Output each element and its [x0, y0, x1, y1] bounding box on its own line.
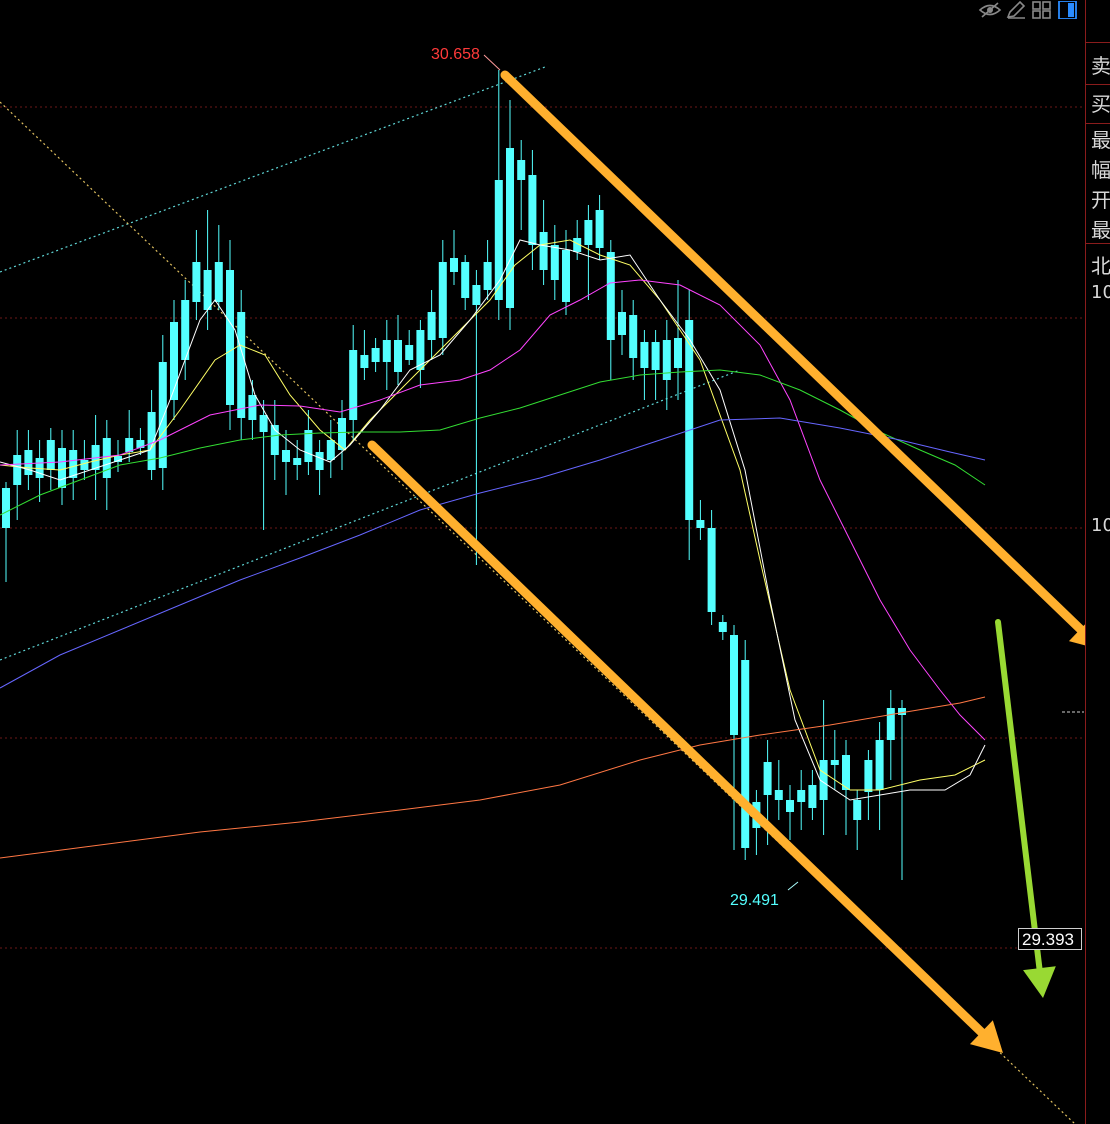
candle-body [674, 338, 682, 368]
ma20-line [0, 279, 986, 741]
candle-body [472, 285, 481, 305]
eye-off-icon[interactable] [978, 1, 1002, 19]
candlestick-chart[interactable]: 30.658 29.491 [0, 0, 1085, 1124]
candle-body [595, 210, 604, 248]
candle-body [786, 800, 794, 812]
candle-body [24, 450, 33, 475]
channel-lower-line [0, 369, 741, 661]
candle-body [718, 622, 727, 632]
candle-body [450, 258, 458, 272]
candle-body [550, 245, 559, 280]
candle-body [584, 220, 593, 245]
chart-toolbar [978, 0, 1083, 22]
candle-body [158, 362, 167, 468]
candle-body [349, 350, 358, 420]
ma5-line [0, 239, 986, 801]
candle-body [58, 448, 66, 488]
candle-body [438, 262, 447, 338]
candle-body [864, 760, 873, 792]
candle-body [830, 760, 839, 765]
high-label-pointer [483, 54, 501, 71]
candle-body [125, 438, 134, 452]
sidebar-label-high: 最 [1091, 218, 1110, 242]
candle-body [147, 412, 156, 470]
candle-body [842, 755, 850, 790]
candle-body [685, 320, 694, 520]
candle-body [606, 252, 615, 340]
sidebar-label-sell: 卖 [1091, 54, 1110, 78]
candle-body [80, 460, 89, 470]
sidebar-number-1: 10 [1091, 282, 1110, 303]
candle-body [528, 175, 537, 245]
trend-arrows [367, 54, 1085, 1053]
candle-body [640, 342, 649, 368]
target-arrow-head [1023, 966, 1056, 998]
candle-body [237, 312, 246, 418]
candle-body [741, 660, 750, 848]
pencil-icon[interactable] [1005, 1, 1027, 19]
ma120-line [0, 696, 986, 859]
candle-body [371, 348, 380, 362]
candle-body [562, 250, 570, 302]
target-arrow-shaft [995, 619, 1043, 972]
channel-upper-line [0, 66, 546, 273]
grid-icon[interactable] [1031, 1, 1053, 19]
candles [2, 70, 906, 880]
candle-body [203, 270, 212, 310]
candle-body [517, 160, 526, 180]
candle-body [707, 528, 716, 612]
candle-body [259, 415, 268, 432]
candle-body [763, 762, 772, 795]
candle-body [539, 232, 548, 270]
candle-body [483, 262, 492, 290]
candle-body [304, 430, 313, 462]
candle-body [774, 790, 783, 800]
candle-body [382, 340, 391, 362]
upper-channel-arrow-shaft [500, 70, 1085, 634]
candle-body [69, 450, 78, 478]
candle-body [886, 708, 895, 740]
last-price-tag: 29.393 [1018, 928, 1082, 950]
candle-body [506, 148, 514, 308]
candle-body [416, 330, 425, 370]
candle-body [730, 635, 738, 735]
candle-body [696, 520, 705, 528]
sidebar-label-buy: 买 [1091, 92, 1110, 116]
candle-body [226, 270, 234, 405]
candle-body [360, 355, 369, 368]
sidebar-label-north: 北 [1091, 254, 1110, 278]
candle-body [662, 340, 671, 380]
candle-body [192, 262, 201, 302]
candle-body [797, 790, 806, 802]
candle-body [282, 450, 290, 462]
candle-body [315, 452, 324, 470]
sidebar-number-2: 10 [1091, 515, 1110, 536]
candle-body [898, 708, 906, 715]
panel-icon[interactable] [1057, 1, 1079, 19]
candle-body [461, 262, 470, 298]
candle-body [394, 340, 402, 372]
candle-body [405, 345, 414, 360]
sidebar-label-open: 开 [1091, 188, 1110, 212]
low-price-label: 29.491 [730, 892, 779, 909]
quote-sidebar: 卖 买 最 幅 开 最 北 10 10 [1085, 0, 1110, 1124]
candle-body [853, 800, 862, 820]
candle-body [808, 785, 817, 808]
candle-body [427, 312, 436, 340]
candle-body [293, 458, 302, 465]
sidebar-label-latest: 最 [1091, 128, 1110, 152]
candle-body [13, 455, 22, 485]
moving-averages [0, 239, 986, 859]
sidebar-label-change: 幅 [1091, 158, 1110, 182]
candle-body [46, 440, 55, 470]
candle-body [2, 488, 10, 528]
candle-body [651, 342, 660, 370]
candle-body [629, 315, 638, 358]
candle-body [326, 440, 335, 460]
candle-body [618, 312, 626, 335]
candle-body [875, 740, 884, 790]
high-price-label: 30.658 [431, 46, 480, 63]
low-label-pointer [787, 881, 799, 891]
candle-body [214, 262, 223, 302]
